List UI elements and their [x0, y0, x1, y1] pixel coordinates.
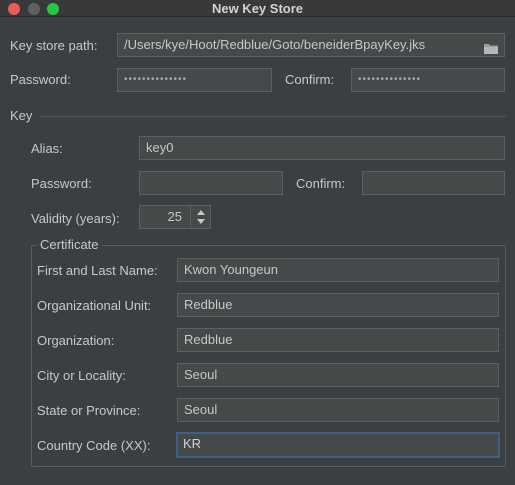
keystore-password-input[interactable]: •••••••••••••• — [117, 68, 272, 92]
key-store-path-label: Key store path: — [10, 38, 98, 53]
folder-icon[interactable] — [484, 39, 498, 54]
organization-label: Organization: — [37, 333, 115, 348]
key-store-path-input[interactable]: /Users/kye/Hoot/Redblue/Goto/beneiderBpa… — [117, 33, 505, 57]
certificate-group-title: Certificate — [37, 238, 102, 252]
organizational-unit-label: Organizational Unit: — [37, 298, 152, 313]
key-section-separator — [40, 116, 506, 117]
keystore-confirm-label: Confirm: — [285, 72, 335, 87]
key-store-path-value: /Users/kye/Hoot/Redblue/Goto/beneiderBpa… — [124, 37, 426, 52]
alias-input[interactable]: key0 — [139, 136, 505, 160]
state-province-input[interactable]: Seoul — [177, 398, 499, 422]
chevron-down-icon[interactable] — [197, 219, 205, 224]
validity-value: 25 — [167, 209, 182, 224]
key-password-input[interactable] — [139, 171, 283, 195]
state-province-label: State or Province: — [37, 403, 141, 418]
validity-spinner[interactable]: 25 — [139, 205, 211, 229]
country-code-input[interactable]: KR — [176, 432, 500, 458]
key-password-label: Password: — [31, 176, 92, 191]
key-section-label: Key — [10, 108, 33, 123]
organization-input[interactable]: Redblue — [177, 328, 499, 352]
country-code-label: Country Code (XX): — [37, 438, 151, 453]
window-title: New Key Store — [211, 1, 304, 16]
city-locality-label: City or Locality: — [37, 368, 126, 383]
keystore-password-label: Password: — [10, 72, 71, 87]
first-last-name-input[interactable]: Kwon Youngeun — [177, 258, 499, 282]
alias-label: Alias: — [31, 141, 63, 156]
key-confirm-input[interactable] — [362, 171, 505, 195]
validity-stepper-buttons[interactable] — [190, 206, 210, 228]
key-confirm-label: Confirm: — [296, 176, 346, 191]
first-last-name-label: First and Last Name: — [37, 263, 158, 278]
city-locality-input[interactable]: Seoul — [177, 363, 499, 387]
keystore-confirm-input[interactable]: •••••••••••••• — [351, 68, 505, 92]
organizational-unit-input[interactable]: Redblue — [177, 293, 499, 317]
validity-label: Validity (years): — [31, 211, 120, 226]
chevron-up-icon[interactable] — [197, 210, 205, 215]
title-bar: New Key Store — [0, 0, 515, 17]
